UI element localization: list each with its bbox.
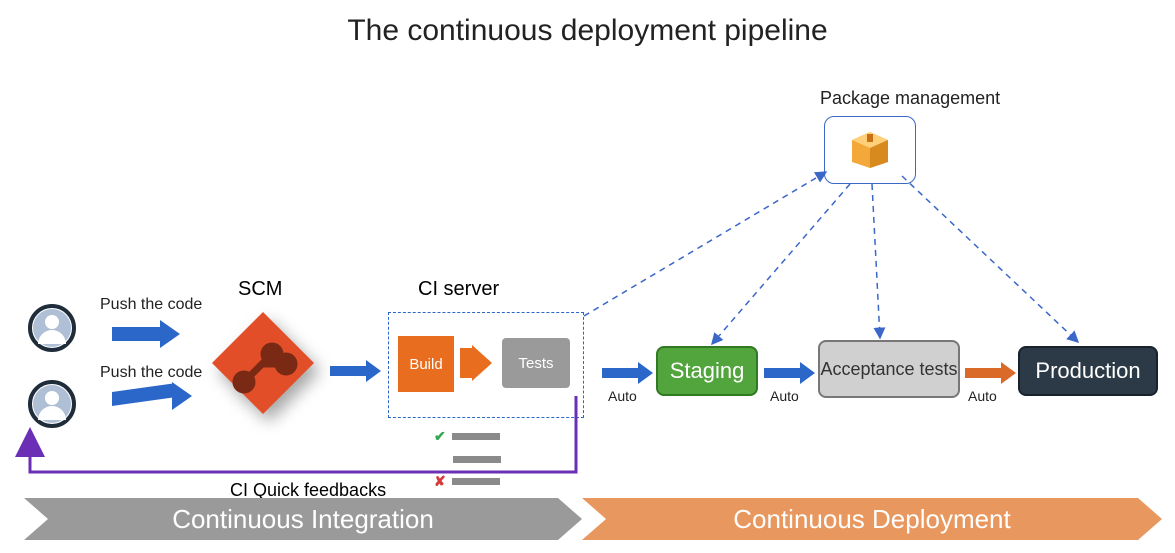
staging-box: Staging: [656, 346, 758, 396]
user-avatar-icon: [28, 304, 76, 352]
auto-label: Auto: [770, 388, 799, 404]
build-box: Build: [398, 336, 454, 392]
banner-label: Continuous Integration: [172, 504, 434, 535]
tests-box: Tests: [502, 338, 570, 388]
box-icon: [848, 128, 892, 173]
arrow-right-icon: [112, 320, 180, 348]
auto-label: Auto: [608, 388, 637, 404]
push-code-label: Push the code: [100, 364, 202, 382]
scm-label: SCM: [238, 278, 282, 301]
arrow-right-icon: [460, 348, 492, 381]
production-box: Production: [1018, 346, 1158, 396]
arrow-right-icon: [330, 360, 381, 382]
git-icon: [208, 308, 318, 418]
arrow-right-icon: [764, 362, 815, 384]
continuous-deployment-banner: Continuous Deployment: [582, 498, 1162, 540]
continuous-integration-banner: Continuous Integration: [24, 498, 582, 540]
arrow-right-icon: [112, 388, 192, 410]
ci-server-label: CI server: [418, 278, 499, 301]
package-management-label: Package management: [820, 88, 1000, 109]
arrow-right-icon: [602, 362, 653, 384]
package-management-box: [824, 116, 916, 184]
user-avatar-icon: [28, 380, 76, 428]
diagram-title: The continuous deployment pipeline: [0, 14, 1175, 48]
arrow-right-icon: [965, 362, 1016, 384]
acceptance-tests-box: Acceptance tests: [818, 340, 960, 398]
push-code-label: Push the code: [100, 296, 202, 314]
connector-lines: [0, 0, 1175, 553]
banner-label: Continuous Deployment: [733, 504, 1011, 535]
auto-label: Auto: [968, 388, 997, 404]
